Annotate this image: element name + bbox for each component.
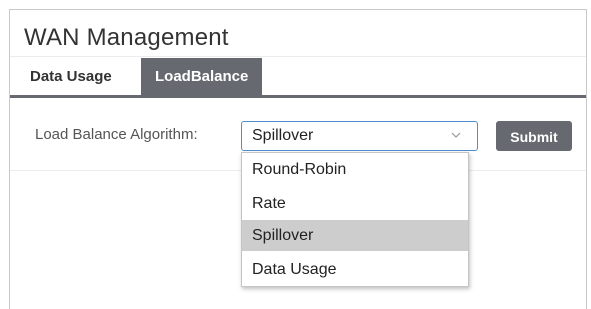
algorithm-dropdown-list: Round-Robin Rate Spillover Data Usage bbox=[241, 152, 469, 287]
option-spillover[interactable]: Spillover bbox=[242, 220, 468, 251]
tab-bar-underline bbox=[10, 95, 586, 98]
title-divider bbox=[10, 56, 586, 57]
wan-management-panel: WAN Management Data Usage LoadBalance Lo… bbox=[9, 9, 587, 309]
chevron-down-icon bbox=[451, 132, 461, 138]
algorithm-select-value: Spillover bbox=[252, 127, 314, 144]
option-rate[interactable]: Rate bbox=[242, 188, 468, 219]
algorithm-label: Load Balance Algorithm: bbox=[35, 126, 198, 143]
option-round-robin[interactable]: Round-Robin bbox=[242, 154, 468, 185]
tab-loadbalance[interactable]: LoadBalance bbox=[141, 58, 263, 95]
submit-button[interactable]: Submit bbox=[496, 121, 572, 151]
option-data-usage[interactable]: Data Usage bbox=[242, 254, 468, 285]
tab-data-usage[interactable]: Data Usage bbox=[16, 58, 126, 95]
page-title: WAN Management bbox=[24, 24, 229, 51]
algorithm-select[interactable]: Spillover bbox=[241, 121, 478, 151]
